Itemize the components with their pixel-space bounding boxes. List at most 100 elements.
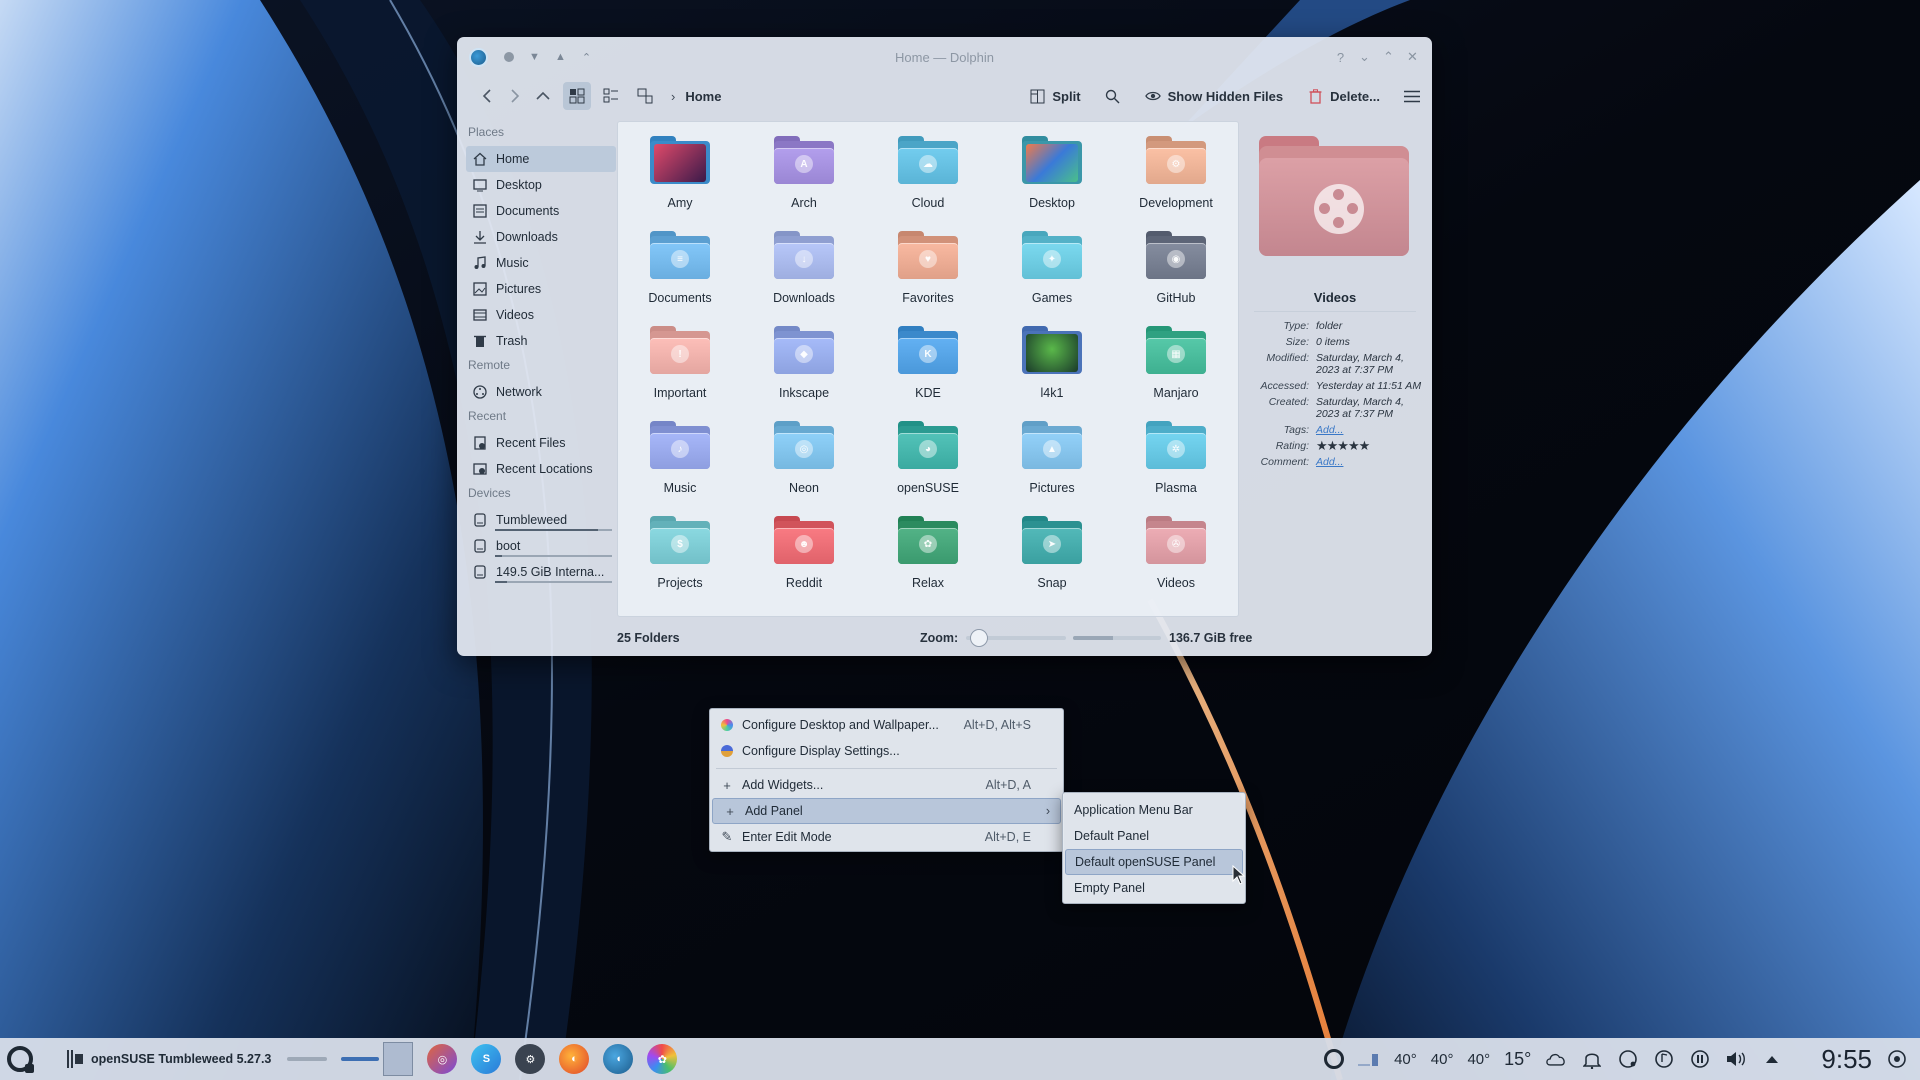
sidebar-item-music[interactable]: Music <box>466 250 616 276</box>
add-tags-link[interactable]: Add... <box>1316 424 1422 436</box>
help-button[interactable]: ? <box>1333 50 1348 65</box>
submenu-item-empty-panel[interactable]: Empty Panel <box>1063 875 1245 901</box>
folder-item-cloud[interactable]: ☁ Cloud <box>866 136 990 231</box>
folder-item-manjaro[interactable]: ▦ Manjaro <box>1114 326 1238 421</box>
folder-item-inkscape[interactable]: ◆ Inkscape <box>742 326 866 421</box>
folder-item-plasma[interactable]: ✲ Plasma <box>1114 421 1238 516</box>
notifications-bell-icon[interactable] <box>1581 1048 1603 1070</box>
breadcrumb-home[interactable]: Home <box>685 89 721 104</box>
cloud-weather-icon[interactable] <box>1545 1048 1567 1070</box>
firefox-app-icon[interactable]: ◐ <box>559 1044 590 1074</box>
sidebar-item-pictures[interactable]: Pictures <box>466 276 616 302</box>
opensuse-tray-icon[interactable] <box>1324 1049 1345 1069</box>
sidebar-item-trash[interactable]: Trash <box>466 328 616 354</box>
expand-tray-icon[interactable] <box>1761 1048 1783 1070</box>
menu-item-add-panel[interactable]: + Add Panel › <box>712 798 1061 824</box>
folder-item-snap[interactable]: ➤ Snap <box>990 516 1114 611</box>
virtual-desktop-pager[interactable] <box>341 1042 414 1076</box>
folder-item-downloads[interactable]: ↓ Downloads <box>742 231 866 326</box>
network-graph-icon[interactable] <box>1358 1048 1380 1070</box>
window-titlebar[interactable]: ▼ ▲ ⌃ Home — Dolphin ? ⌄ ⌃ ✕ <box>457 37 1432 77</box>
shop-app-icon[interactable]: S <box>471 1044 502 1074</box>
folder-item-relax[interactable]: ✿ Relax <box>866 516 990 611</box>
up-button[interactable] <box>529 82 557 110</box>
sidebar-item-network[interactable]: Network <box>466 379 616 405</box>
icons-view-button[interactable] <box>563 82 591 110</box>
menu-item-add-widgets[interactable]: + Add Widgets... Alt+D, A <box>710 772 1063 798</box>
sidebar-item-downloads[interactable]: Downloads <box>466 224 616 250</box>
sidebar-item-documents[interactable]: Documents <box>466 198 616 224</box>
show-hidden-files-button[interactable]: Show Hidden Files <box>1144 88 1283 104</box>
keep-above-button[interactable]: ▲ <box>553 50 568 65</box>
task-manager-entry[interactable]: openSUSE Tumbleweed 5.27.3 <box>67 1050 328 1068</box>
folder-item-documents[interactable]: ≡ Documents <box>618 231 742 326</box>
folder-item-desktop[interactable]: Desktop <box>990 136 1114 231</box>
cpu-temp-3[interactable]: 40° <box>1467 1051 1490 1068</box>
media-player-icon[interactable] <box>1653 1048 1675 1070</box>
peek-desktop-icon[interactable] <box>1886 1048 1908 1070</box>
folder-item-github[interactable]: ◉ GitHub <box>1114 231 1238 326</box>
folder-item-neon[interactable]: ◎ Neon <box>742 421 866 516</box>
system-settings-app-icon[interactable]: ⚙ <box>515 1044 546 1074</box>
submenu-item-application-menu-bar[interactable]: Application Menu Bar <box>1063 797 1245 823</box>
folder-item-videos[interactable]: ✇ Videos <box>1114 516 1238 611</box>
compact-view-button[interactable] <box>597 82 625 110</box>
on-all-desktops-button[interactable] <box>501 50 516 65</box>
folder-item-pictures[interactable]: ▲ Pictures <box>990 421 1114 516</box>
submenu-item-default-opensuse-panel[interactable]: Default openSUSE Panel <box>1065 849 1243 875</box>
maximize-button[interactable]: ⌃ <box>1381 49 1396 65</box>
folder-item-development[interactable]: ⚙ Development <box>1114 136 1238 231</box>
keep-below-button[interactable]: ▼ <box>527 50 542 65</box>
cpu-temp-2[interactable]: 40° <box>1431 1051 1454 1068</box>
back-button[interactable] <box>473 82 501 110</box>
zoom-slider-handle[interactable] <box>970 628 989 647</box>
folder-item-kde[interactable]: K KDE <box>866 326 990 421</box>
folder-item-games[interactable]: ✦ Games <box>990 231 1114 326</box>
dolphin-app-icon[interactable] <box>469 47 488 67</box>
application-launcher-icon[interactable] <box>7 1046 34 1073</box>
add-comment-link[interactable]: Add... <box>1316 456 1422 468</box>
sidebar-item-tumbleweed[interactable]: Tumbleweed <box>466 507 616 533</box>
cpu-temp-1[interactable]: 40° <box>1394 1051 1417 1068</box>
sidebar-item-recent-files[interactable]: Recent Files <box>466 430 616 456</box>
sidebar-item-home[interactable]: Home <box>466 146 616 172</box>
split-button[interactable]: Split <box>1029 88 1081 104</box>
folder-item-favorites[interactable]: ♥ Favorites <box>866 231 990 326</box>
sidebar-item-videos[interactable]: Videos <box>466 302 616 328</box>
close-button[interactable]: ✕ <box>1405 49 1420 65</box>
sidebar-item-boot[interactable]: boot <box>466 533 616 559</box>
rating-stars[interactable]: ★★★★★ <box>1316 439 1422 452</box>
delete-button[interactable]: Delete... <box>1307 88 1380 104</box>
minimize-button[interactable]: ⌄ <box>1357 49 1372 65</box>
search-button[interactable] <box>1105 88 1121 104</box>
volume-icon[interactable] <box>1725 1048 1747 1070</box>
details-view-button[interactable] <box>631 82 659 110</box>
forward-button[interactable] <box>501 82 529 110</box>
file-view[interactable]: Amy A Arch ☁ Cloud Desktop ⚙ Development ≡ Docume… <box>617 121 1239 617</box>
submenu-item-default-panel[interactable]: Default Panel <box>1063 823 1245 849</box>
folder-item-opensuse[interactable]: ◕ openSUSE <box>866 421 990 516</box>
kde-connect-icon[interactable] <box>1617 1048 1639 1070</box>
folder-item-music[interactable]: ♪ Music <box>618 421 742 516</box>
folder-item-arch[interactable]: A Arch <box>742 136 866 231</box>
photos-app-icon[interactable]: ✿ <box>647 1044 678 1074</box>
pause-icon[interactable] <box>1689 1048 1711 1070</box>
digital-clock[interactable]: 9:55 <box>1821 1044 1872 1075</box>
discover-app-icon[interactable]: ◎ <box>427 1044 458 1074</box>
menu-item-configure-display-settings[interactable]: Configure Display Settings... <box>710 738 1063 764</box>
menu-item-configure-desktop-and-wallpaper[interactable]: Configure Desktop and Wallpaper... Alt+D,… <box>710 712 1063 738</box>
shade-button[interactable]: ⌃ <box>579 50 594 65</box>
sidebar-item-149-5-gib-interna[interactable]: 149.5 GiB Interna... <box>466 559 616 585</box>
sidebar-item-desktop[interactable]: Desktop <box>466 172 616 198</box>
folder-item-amy[interactable]: Amy <box>618 136 742 231</box>
pager-desktop-1[interactable] <box>383 1042 414 1076</box>
dolphin-app-icon-taskbar[interactable]: ◖ <box>603 1044 634 1074</box>
weather-temperature[interactable]: 15° <box>1504 1049 1531 1070</box>
folder-item-reddit[interactable]: ☻ Reddit <box>742 516 866 611</box>
folder-item-projects[interactable]: $ Projects <box>618 516 742 611</box>
folder-item-important[interactable]: ! Important <box>618 326 742 421</box>
menu-item-enter-edit-mode[interactable]: ✎ Enter Edit Mode Alt+D, E <box>710 824 1063 850</box>
hamburger-menu-button[interactable] <box>1404 88 1420 104</box>
sidebar-item-recent-locations[interactable]: Recent Locations <box>466 456 616 482</box>
zoom-slider[interactable] <box>966 628 1067 647</box>
